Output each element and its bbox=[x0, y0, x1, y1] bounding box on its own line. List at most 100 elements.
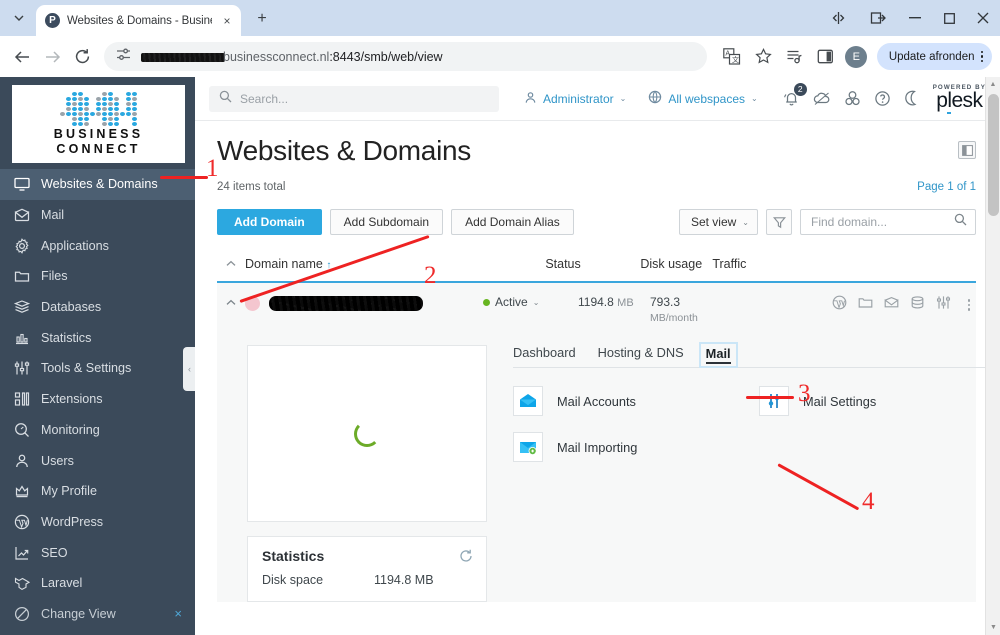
content-scrollbar[interactable]: ▲ ▼ bbox=[985, 77, 1000, 635]
funnel-icon[interactable] bbox=[766, 209, 792, 235]
address-bar[interactable]: businessconnect.nl:8443/smb/web/view bbox=[104, 42, 707, 71]
disk-usage-unit: MB bbox=[617, 297, 634, 309]
wordpress-icon[interactable] bbox=[832, 295, 847, 315]
bell-icon[interactable]: 2 bbox=[783, 82, 807, 107]
side-panel-icon[interactable] bbox=[811, 42, 840, 71]
tab-hosting-dns[interactable]: Hosting & DNS bbox=[598, 345, 684, 360]
sidebar-item-seo[interactable]: SEO bbox=[0, 537, 195, 568]
list-item[interactable]: Mail Settings bbox=[759, 386, 1000, 416]
sidebar-item-databases[interactable]: Databases bbox=[0, 292, 195, 323]
moon-icon[interactable] bbox=[904, 90, 920, 106]
user-icon bbox=[524, 91, 537, 107]
sidebar-item-label: Extensions bbox=[41, 392, 103, 407]
maximize-button[interactable] bbox=[932, 0, 966, 36]
row-action-icons bbox=[832, 295, 977, 315]
tune-icon[interactable] bbox=[116, 47, 131, 67]
column-header-status[interactable]: Status bbox=[545, 257, 640, 271]
sidebar-item-laravel[interactable]: Laravel bbox=[0, 568, 195, 599]
chevron-down-icon: ⌄ bbox=[532, 297, 540, 307]
sidebar-item-label: My Profile bbox=[41, 484, 97, 499]
search-input[interactable]: Search... bbox=[209, 85, 499, 112]
tab-mail[interactable]: Mail bbox=[698, 342, 738, 368]
disk-usage-value: 1194.8 MB bbox=[578, 295, 650, 309]
search-placeholder: Search... bbox=[240, 91, 289, 106]
update-button[interactable]: Update afronden bbox=[876, 43, 992, 70]
crown-icon bbox=[14, 483, 30, 499]
close-icon[interactable]: × bbox=[219, 13, 235, 29]
statistics-card: Statistics Disk space 1194.8 MB bbox=[247, 536, 487, 602]
find-domain-input[interactable]: Find domain... bbox=[800, 209, 976, 235]
refresh-icon[interactable] bbox=[459, 549, 473, 568]
annotation-number-1: 1 bbox=[206, 155, 219, 182]
database-icon[interactable] bbox=[910, 295, 925, 315]
back-button[interactable] bbox=[8, 42, 37, 71]
kebab-menu-icon[interactable] bbox=[980, 50, 983, 63]
sidebar-item-files[interactable]: Files bbox=[0, 261, 195, 292]
sidebar-item-my-profile[interactable]: My Profile bbox=[0, 476, 195, 507]
reload-button[interactable] bbox=[68, 42, 97, 71]
reading-list-icon[interactable] bbox=[780, 42, 809, 71]
forward-button[interactable] bbox=[38, 42, 67, 71]
mail-tools-column-right: Mail Settings bbox=[759, 386, 1000, 478]
toolbar-actions: A文 E Update afronden bbox=[718, 42, 992, 71]
scroll-down-arrow[interactable]: ▼ bbox=[986, 620, 1000, 635]
minimize-button[interactable] bbox=[898, 0, 932, 36]
mail-icon[interactable] bbox=[884, 295, 899, 315]
notification-count: 2 bbox=[793, 82, 807, 96]
translate-icon[interactable]: A文 bbox=[718, 42, 747, 71]
tab-search-chevron-icon[interactable] bbox=[6, 5, 32, 31]
list-item[interactable]: Mail Importing bbox=[513, 432, 759, 462]
tab-dashboard[interactable]: Dashboard bbox=[513, 345, 576, 360]
new-tab-button[interactable]: + bbox=[249, 6, 275, 32]
plesk-wordmark: plesk bbox=[936, 89, 983, 115]
sidebar-item-wordpress[interactable]: WordPress bbox=[0, 507, 195, 538]
sidebar-item-tools-settings[interactable]: Tools & Settings bbox=[0, 353, 195, 384]
status-badge[interactable]: Active ⌄ bbox=[483, 295, 578, 309]
add-subdomain-button[interactable]: Add Subdomain bbox=[329, 209, 444, 235]
statistics-row: Disk space 1194.8 MB bbox=[262, 573, 472, 587]
set-view-button[interactable]: Set view ⌄ bbox=[678, 209, 758, 235]
sidebar-item-users[interactable]: Users bbox=[0, 445, 195, 476]
sidebar-item-mail[interactable]: Mail bbox=[0, 200, 195, 231]
sidebar-item-extensions[interactable]: Extensions bbox=[0, 384, 195, 415]
sidebar-item-statistics[interactable]: Statistics bbox=[0, 322, 195, 353]
sidebar-item-monitoring[interactable]: Monitoring bbox=[0, 415, 195, 446]
window-close-button[interactable] bbox=[966, 0, 1000, 36]
sliders-icon[interactable] bbox=[936, 295, 951, 315]
sidebar-item-change-view[interactable]: Change View × bbox=[0, 599, 195, 630]
star-icon[interactable] bbox=[749, 42, 778, 71]
cloud-icon[interactable] bbox=[813, 91, 831, 106]
scroll-up-arrow[interactable]: ▲ bbox=[986, 77, 1000, 92]
annotation-arrow-3 bbox=[746, 396, 794, 400]
user-icon bbox=[14, 453, 30, 469]
docker-icon[interactable] bbox=[844, 90, 861, 107]
close-icon[interactable]: × bbox=[174, 606, 182, 621]
add-domain-button[interactable]: Add Domain bbox=[217, 209, 322, 235]
sidebar-item-websites-domains[interactable]: Websites & Domains bbox=[0, 169, 195, 200]
help-icon[interactable] bbox=[874, 90, 891, 107]
browser-tab[interactable]: P Websites & Domains - Business × bbox=[36, 5, 241, 36]
folder-icon[interactable] bbox=[858, 295, 873, 315]
avatar[interactable]: E bbox=[842, 42, 871, 71]
url-host: businessconnect.nl bbox=[223, 49, 330, 64]
chevron-up-icon[interactable] bbox=[217, 259, 245, 270]
webspaces-menu[interactable]: All webspaces ⌄ bbox=[648, 90, 758, 107]
detail-tabs: Dashboard Hosting & DNS Mail bbox=[513, 342, 1000, 368]
column-header-disk-usage[interactable]: Disk usage bbox=[640, 257, 712, 271]
column-header-traffic[interactable]: Traffic bbox=[712, 257, 746, 271]
column-header-domain-name[interactable]: Domain name ↑ bbox=[245, 257, 331, 271]
cast-icon[interactable] bbox=[858, 0, 898, 36]
domain-name-redacted[interactable] bbox=[269, 296, 423, 311]
list-item[interactable]: Mail Accounts bbox=[513, 386, 759, 416]
pagination[interactable]: Page 1 of 1 bbox=[917, 181, 976, 193]
sidebar-item-applications[interactable]: Applications bbox=[0, 230, 195, 261]
sidebar-item-label: Mail bbox=[41, 208, 65, 223]
kebab-menu-icon[interactable] bbox=[967, 299, 970, 311]
change-view-icon bbox=[14, 606, 30, 622]
scrollbar-thumb[interactable] bbox=[988, 94, 999, 216]
search-icon bbox=[219, 90, 232, 108]
administrator-menu[interactable]: Administrator ⌄ bbox=[524, 91, 626, 107]
add-domain-alias-button[interactable]: Add Domain Alias bbox=[451, 209, 574, 235]
split-screen-icon[interactable] bbox=[818, 0, 858, 36]
collapse-panel-icon[interactable] bbox=[958, 141, 976, 159]
